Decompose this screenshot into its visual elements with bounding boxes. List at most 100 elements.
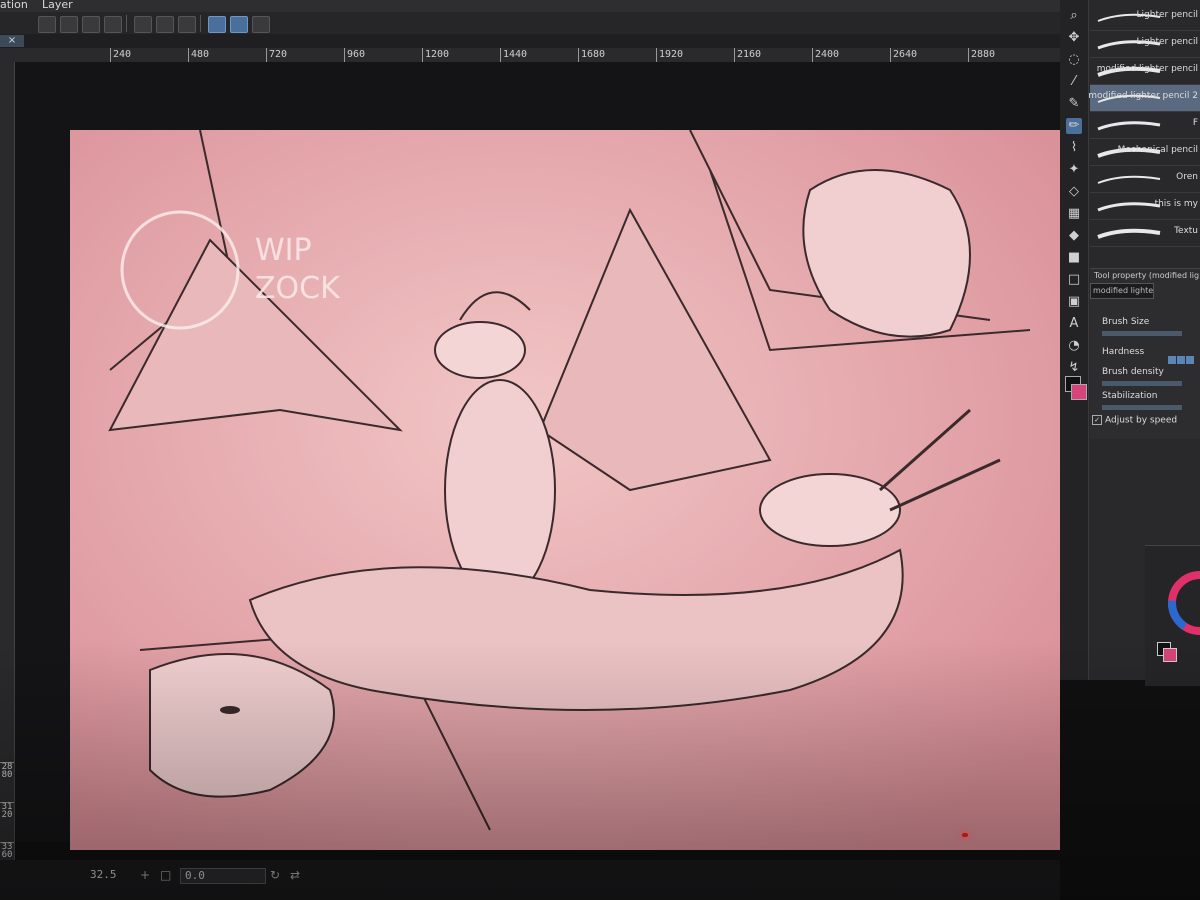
monitor-screen: ation Layer × 240 480 720 960 1200 1440 1680 19… — [0, 0, 1200, 900]
fill-tool-icon[interactable]: ◆ — [1066, 228, 1082, 244]
brush-name: Mechanical pencil — [1117, 145, 1198, 155]
brush-item[interactable]: Mechanical pencil — [1090, 139, 1200, 166]
ruler-tick-label: 960 — [344, 48, 365, 62]
color-wheel-panel — [1145, 545, 1200, 686]
color-wheel[interactable] — [1165, 568, 1200, 638]
watermark-text-1: WIP — [255, 233, 312, 268]
command-bar — [0, 12, 1060, 34]
brush-stroke-preview — [1097, 228, 1161, 239]
hardness-selector[interactable] — [1168, 349, 1195, 368]
stabilization-label: Stabilization — [1102, 391, 1158, 401]
adjust-by-speed-option[interactable]: ✓ Adjust by speed — [1092, 415, 1177, 426]
lasso-tool-icon[interactable]: ◌ — [1066, 52, 1082, 68]
dragon-body-upper — [444, 379, 556, 601]
grid-tool-icon[interactable]: ▦ — [1066, 206, 1082, 222]
brush-item[interactable]: modified lighter pencil — [1090, 58, 1200, 85]
ruler-tick-label: 1680 — [578, 48, 605, 62]
nostril — [220, 706, 240, 714]
brush-item[interactable]: Lighter pencil — [1090, 4, 1200, 31]
snap-grid-icon[interactable] — [252, 16, 270, 33]
stabilization-slider[interactable] — [1102, 405, 1182, 410]
brush-item[interactable]: Textu — [1090, 220, 1200, 247]
text-tool-icon[interactable]: A — [1066, 316, 1082, 332]
brush-stroke-preview — [1097, 202, 1161, 212]
brush-item[interactable]: this is my — [1090, 193, 1200, 220]
pen-tool-icon[interactable]: ✎ — [1066, 96, 1082, 112]
menu-item-layer[interactable]: Layer — [42, 0, 73, 11]
artwork-canvas[interactable]: WIP ZOCK — [70, 129, 1060, 850]
eyedropper-tool-icon[interactable]: ⁄ — [1066, 74, 1082, 90]
ruler-tick-label: 2400 — [812, 48, 839, 62]
tool-property-brush-name: modified lighter pencil 2 — [1090, 283, 1154, 299]
brush-name: modified lighter pencil — [1096, 64, 1198, 74]
gradient-tool-icon[interactable]: ■ — [1066, 250, 1082, 266]
brush-item[interactable]: modified lighter pencil 2 — [1088, 85, 1200, 112]
canvas-tab-row: × — [0, 34, 1060, 48]
crop-icon[interactable] — [104, 16, 122, 33]
figure-tool-icon[interactable]: □ — [1066, 272, 1082, 288]
correct-line-tool-icon[interactable]: ↯ — [1066, 360, 1082, 376]
menu-item-animation[interactable]: ation — [0, 0, 28, 11]
selection-icon[interactable] — [134, 16, 152, 33]
sub-tool-brush-list: Lighter pencil Lighter pencil modified lig… — [1088, 0, 1200, 260]
eraser-tool-icon[interactable]: ◇ — [1066, 184, 1082, 200]
transform-icon[interactable] — [38, 16, 56, 33]
ruler-tick-label: 2640 — [890, 48, 917, 62]
watermark-text-2: ZOCK — [255, 271, 341, 306]
brush-name: Textu — [1174, 226, 1198, 236]
status-bar: 32.5 + □ 0.0 ↻ ⇄ — [0, 860, 1060, 900]
tool-property-panel: Tool property (modified lig modified lig… — [1090, 268, 1200, 439]
brush-name: Oren — [1176, 172, 1198, 182]
canvas[interactable]: WIP ZOCK — [70, 129, 1060, 854]
zoom-level[interactable]: 32.5 — [90, 868, 117, 881]
brush-density-slider[interactable] — [1102, 381, 1182, 386]
balloon-tool-icon[interactable]: ◔ — [1066, 338, 1082, 354]
ruler-tick-label: 2880 — [968, 48, 995, 62]
invert-selection-icon[interactable] — [178, 16, 196, 33]
brush-density-label: Brush density — [1102, 367, 1164, 377]
ruler-tick-label: 3360 — [0, 842, 14, 860]
ruler-tick-label: 240 — [110, 48, 131, 62]
rotate-icon[interactable]: ↻ — [270, 868, 280, 882]
color-sub-chip[interactable] — [1163, 648, 1177, 662]
background-color-chip[interactable] — [1071, 384, 1087, 400]
ruler-tick-label: 1920 — [656, 48, 683, 62]
ruler-tick-label: 480 — [188, 48, 209, 62]
brush-name: F — [1192, 118, 1198, 128]
zoom-tool-icon[interactable]: ⌕ — [1066, 8, 1082, 24]
tool-property-header: Tool property (modified lig — [1094, 271, 1200, 280]
zoom-in-icon[interactable]: + — [140, 868, 150, 882]
move-tool-icon[interactable]: ✥ — [1066, 30, 1082, 46]
flip-icon[interactable]: ⇄ — [290, 868, 300, 882]
deselect-icon[interactable] — [156, 16, 174, 33]
canvas-tab-close[interactable]: × — [0, 35, 24, 47]
brush-stroke-preview — [1097, 175, 1161, 184]
snap-special-ruler-icon[interactable] — [230, 16, 248, 33]
ruler-tick-label: 3120 — [0, 802, 14, 820]
brush-item[interactable]: Oren — [1090, 166, 1200, 193]
ruler-tick-label: 2880 — [0, 762, 14, 780]
decoration-tool-icon[interactable]: ✦ — [1066, 162, 1082, 178]
brush-item[interactable]: F — [1090, 112, 1200, 139]
pencil-tool-icon[interactable]: ✏ — [1066, 118, 1082, 134]
dragon-head-lower — [759, 473, 901, 547]
brush-size-label: Brush Size — [1102, 317, 1150, 327]
fill-icon[interactable] — [60, 16, 78, 33]
hardness-label: Hardness — [1102, 347, 1145, 357]
rotation-angle-field[interactable]: 0.0 — [180, 868, 266, 884]
frame-tool-icon[interactable]: ▣ — [1066, 294, 1082, 310]
power-led-icon — [962, 833, 968, 837]
fit-icon[interactable]: □ — [160, 868, 171, 882]
brush-size-slider[interactable] — [1102, 331, 1182, 336]
dragon-head-upper — [434, 321, 526, 379]
checkbox-icon[interactable]: ✓ — [1092, 415, 1102, 425]
brush-name: modified lighter pencil 2 — [1088, 91, 1198, 101]
brush-name: this is my — [1154, 199, 1198, 209]
canvas-workspace[interactable]: WIP ZOCK — [15, 62, 1060, 850]
tool-palette: ⌕ ✥ ◌ ⁄ ✎ ✏ ⌇ ✦ ◇ ▦ ◆ ■ □ ▣ A ◔ ↯ — [1060, 0, 1089, 680]
brush-tool-icon[interactable]: ⌇ — [1066, 140, 1082, 156]
clear-icon[interactable] — [82, 16, 100, 33]
snap-ruler-icon[interactable] — [208, 16, 226, 33]
brush-name: Lighter pencil — [1136, 37, 1198, 47]
brush-item[interactable]: Lighter pencil — [1090, 31, 1200, 58]
